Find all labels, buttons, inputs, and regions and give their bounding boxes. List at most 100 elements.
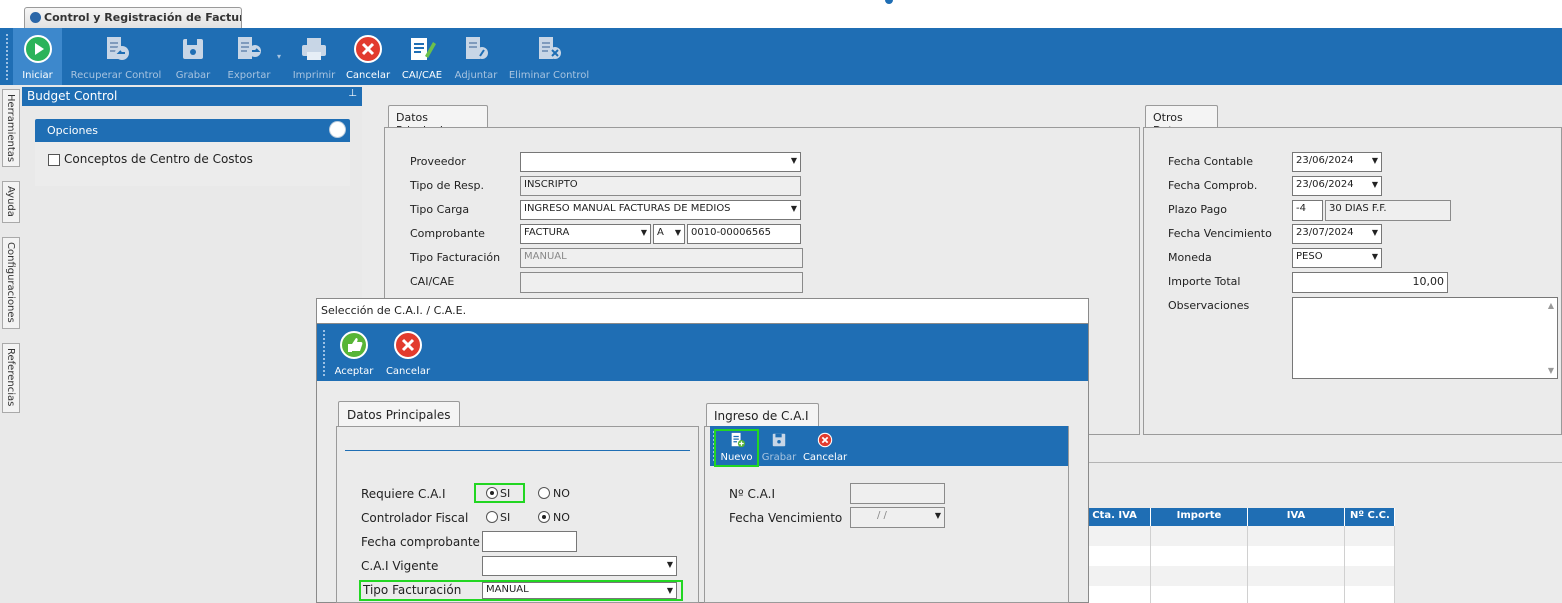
controlador-si-label: SI: [500, 511, 511, 524]
dialog-toolbar: Aceptar Cancelar: [317, 324, 1088, 381]
fecha-comprobante-input[interactable]: [482, 531, 577, 552]
dialog-separator: [345, 450, 690, 451]
cancelar-button[interactable]: Cancelar: [343, 28, 393, 85]
moneda-select[interactable]: PESO: [1292, 248, 1382, 268]
observaciones-textarea[interactable]: ▲ ▼: [1292, 297, 1558, 379]
comprobante-label: Comprobante: [410, 227, 485, 240]
grid-header-iva: IVA: [1248, 508, 1345, 526]
imprimir-button[interactable]: Imprimir: [290, 28, 338, 85]
cai-cae-button[interactable]: CAI/CAE: [397, 28, 447, 85]
eliminar-control-button[interactable]: Eliminar Control: [505, 28, 593, 85]
edit-document-icon: [411, 38, 436, 60]
fecha-vencimiento-label: Fecha Vencimiento: [1168, 227, 1272, 240]
recover-document-icon: [107, 37, 129, 60]
grid-row[interactable]: [1070, 546, 1395, 566]
grid-column-lines: [1150, 526, 1151, 603]
controlador-fiscal-label: Controlador Fiscal: [361, 511, 469, 525]
comprobante-letra-select[interactable]: A: [653, 224, 685, 244]
document-tab[interactable]: Control y Registración de Factura...: [24, 7, 242, 28]
tipo-facturacion-label: Tipo Facturación: [410, 251, 501, 264]
requiere-no-radio[interactable]: [538, 487, 550, 499]
side-tab-ayuda[interactable]: Ayuda: [2, 181, 20, 223]
budget-control-title: Budget Control: [27, 89, 118, 103]
nro-cai-input[interactable]: [850, 483, 945, 504]
dialog-tipo-facturacion-select[interactable]: MANUAL: [482, 582, 677, 599]
cancel-icon: [354, 35, 382, 63]
pin-icon[interactable]: ⊥: [348, 88, 357, 99]
ingreso-fecha-vencimiento-picker[interactable]: / /: [850, 507, 945, 528]
dialog-cancelar-button[interactable]: Cancelar: [383, 324, 433, 381]
scroll-down-icon[interactable]: ▼: [1548, 366, 1554, 375]
dialog-tab-ingreso-cai[interactable]: Ingreso de C.A.I: [706, 403, 819, 427]
recuperar-control-button[interactable]: Recuperar Control: [66, 28, 166, 85]
caicae-label: CAI/CAE: [410, 275, 455, 288]
comprobante-tipo-select[interactable]: FACTURA: [520, 224, 651, 244]
dialog-tipo-facturacion-label: Tipo Facturación: [363, 583, 462, 597]
grid-row[interactable]: [1070, 526, 1395, 546]
importe-total-input[interactable]: 10,00: [1292, 272, 1448, 293]
tipo-resp-field: INSCRIPTO: [520, 176, 801, 196]
plazo-pago-code-input[interactable]: -4: [1292, 200, 1323, 221]
ingreso-grabar-button[interactable]: Grabar: [760, 430, 798, 464]
aceptar-button[interactable]: Aceptar: [331, 324, 377, 381]
toolbar-grip: [6, 34, 8, 80]
moneda-label: Moneda: [1168, 251, 1212, 264]
side-tab-herramientas[interactable]: Herramientas: [2, 89, 20, 167]
grid-row[interactable]: [1070, 586, 1395, 603]
nuevo-button[interactable]: Nuevo: [716, 430, 757, 464]
grabar-button[interactable]: Grabar: [170, 28, 216, 85]
collapse-icon[interactable]: [329, 121, 346, 138]
fecha-comprobante-label: Fecha comprobante: [361, 535, 480, 549]
tab-datos-principales[interactable]: Datos Principales: [388, 105, 488, 137]
dialog-tab-datos-principales[interactable]: Datos Principales: [338, 401, 460, 427]
tipo-carga-label: Tipo Carga: [410, 203, 470, 216]
floppy-disk-icon: [183, 39, 203, 59]
opciones-header[interactable]: Opciones: [35, 119, 350, 142]
grid-row[interactable]: [1070, 566, 1395, 586]
ingreso-toolbar: Nuevo Grabar Cancelar: [710, 426, 1068, 467]
exportar-dropdown-arrow[interactable]: ▾: [277, 52, 281, 61]
ingreso-fecha-vencimiento-label: Fecha Vencimiento: [729, 511, 843, 525]
export-icon: [238, 37, 261, 59]
grid-header-importe: Importe: [1151, 508, 1248, 526]
main-toolbar: Iniciar Recuperar Control Grabar Exporta…: [0, 28, 1562, 85]
side-tab-referencias[interactable]: Referencias: [2, 343, 20, 413]
exportar-button[interactable]: Exportar: [220, 28, 278, 85]
tipo-carga-select[interactable]: INGRESO MANUAL FACTURAS DE MEDIOS: [520, 200, 801, 220]
tipo-resp-label: Tipo de Resp.: [410, 179, 485, 192]
controlador-no-radio[interactable]: [538, 511, 550, 523]
conceptos-checkbox[interactable]: [48, 154, 60, 166]
delete-document-icon: [539, 37, 561, 59]
printer-icon: [302, 38, 326, 60]
iniciar-button[interactable]: Iniciar: [13, 28, 62, 85]
tipo-facturacion-field: MANUAL: [520, 248, 803, 268]
opciones-body: Conceptos de Centro de Costos: [35, 142, 350, 186]
cai-vigente-select[interactable]: [482, 556, 677, 576]
fecha-contable-picker[interactable]: 23/06/2024: [1292, 152, 1382, 172]
ingreso-cancelar-button[interactable]: Cancelar: [802, 430, 848, 464]
cai-vigente-label: C.A.I Vigente: [361, 559, 439, 573]
fecha-vencimiento-picker[interactable]: 23/07/2024: [1292, 224, 1382, 244]
side-tab-configuraciones[interactable]: Configuraciones: [2, 237, 20, 329]
plazo-pago-label: Plazo Pago: [1168, 203, 1228, 216]
nro-cai-label: Nº C.A.I: [729, 487, 775, 501]
comprobante-numero-input[interactable]: 0010-00006565: [687, 224, 801, 244]
observaciones-label: Observaciones: [1168, 299, 1250, 312]
grid-column-lines: [1394, 526, 1395, 603]
tab-otros-datos[interactable]: Otros Datos: [1145, 105, 1218, 137]
conceptos-label: Conceptos de Centro de Costos: [64, 152, 253, 166]
controlador-no-label: NO: [553, 511, 570, 524]
scroll-up-icon[interactable]: ▲: [1548, 301, 1554, 310]
importe-total-label: Importe Total: [1168, 275, 1241, 288]
adjuntar-button[interactable]: Adjuntar: [451, 28, 501, 85]
controlador-si-radio[interactable]: [486, 511, 498, 523]
fecha-comprob-picker[interactable]: 23/06/2024: [1292, 176, 1382, 196]
proveedor-select[interactable]: [520, 152, 801, 172]
grid-column-lines: [1344, 526, 1345, 603]
cancel-icon: [394, 331, 422, 359]
requiere-si-radio[interactable]: [486, 487, 498, 499]
grid-column-lines: [1247, 526, 1248, 603]
cancel-icon: [817, 432, 833, 448]
play-icon: [23, 35, 52, 63]
dialog-title-bar: Selección de C.A.I. / C.A.E.: [316, 298, 1089, 324]
